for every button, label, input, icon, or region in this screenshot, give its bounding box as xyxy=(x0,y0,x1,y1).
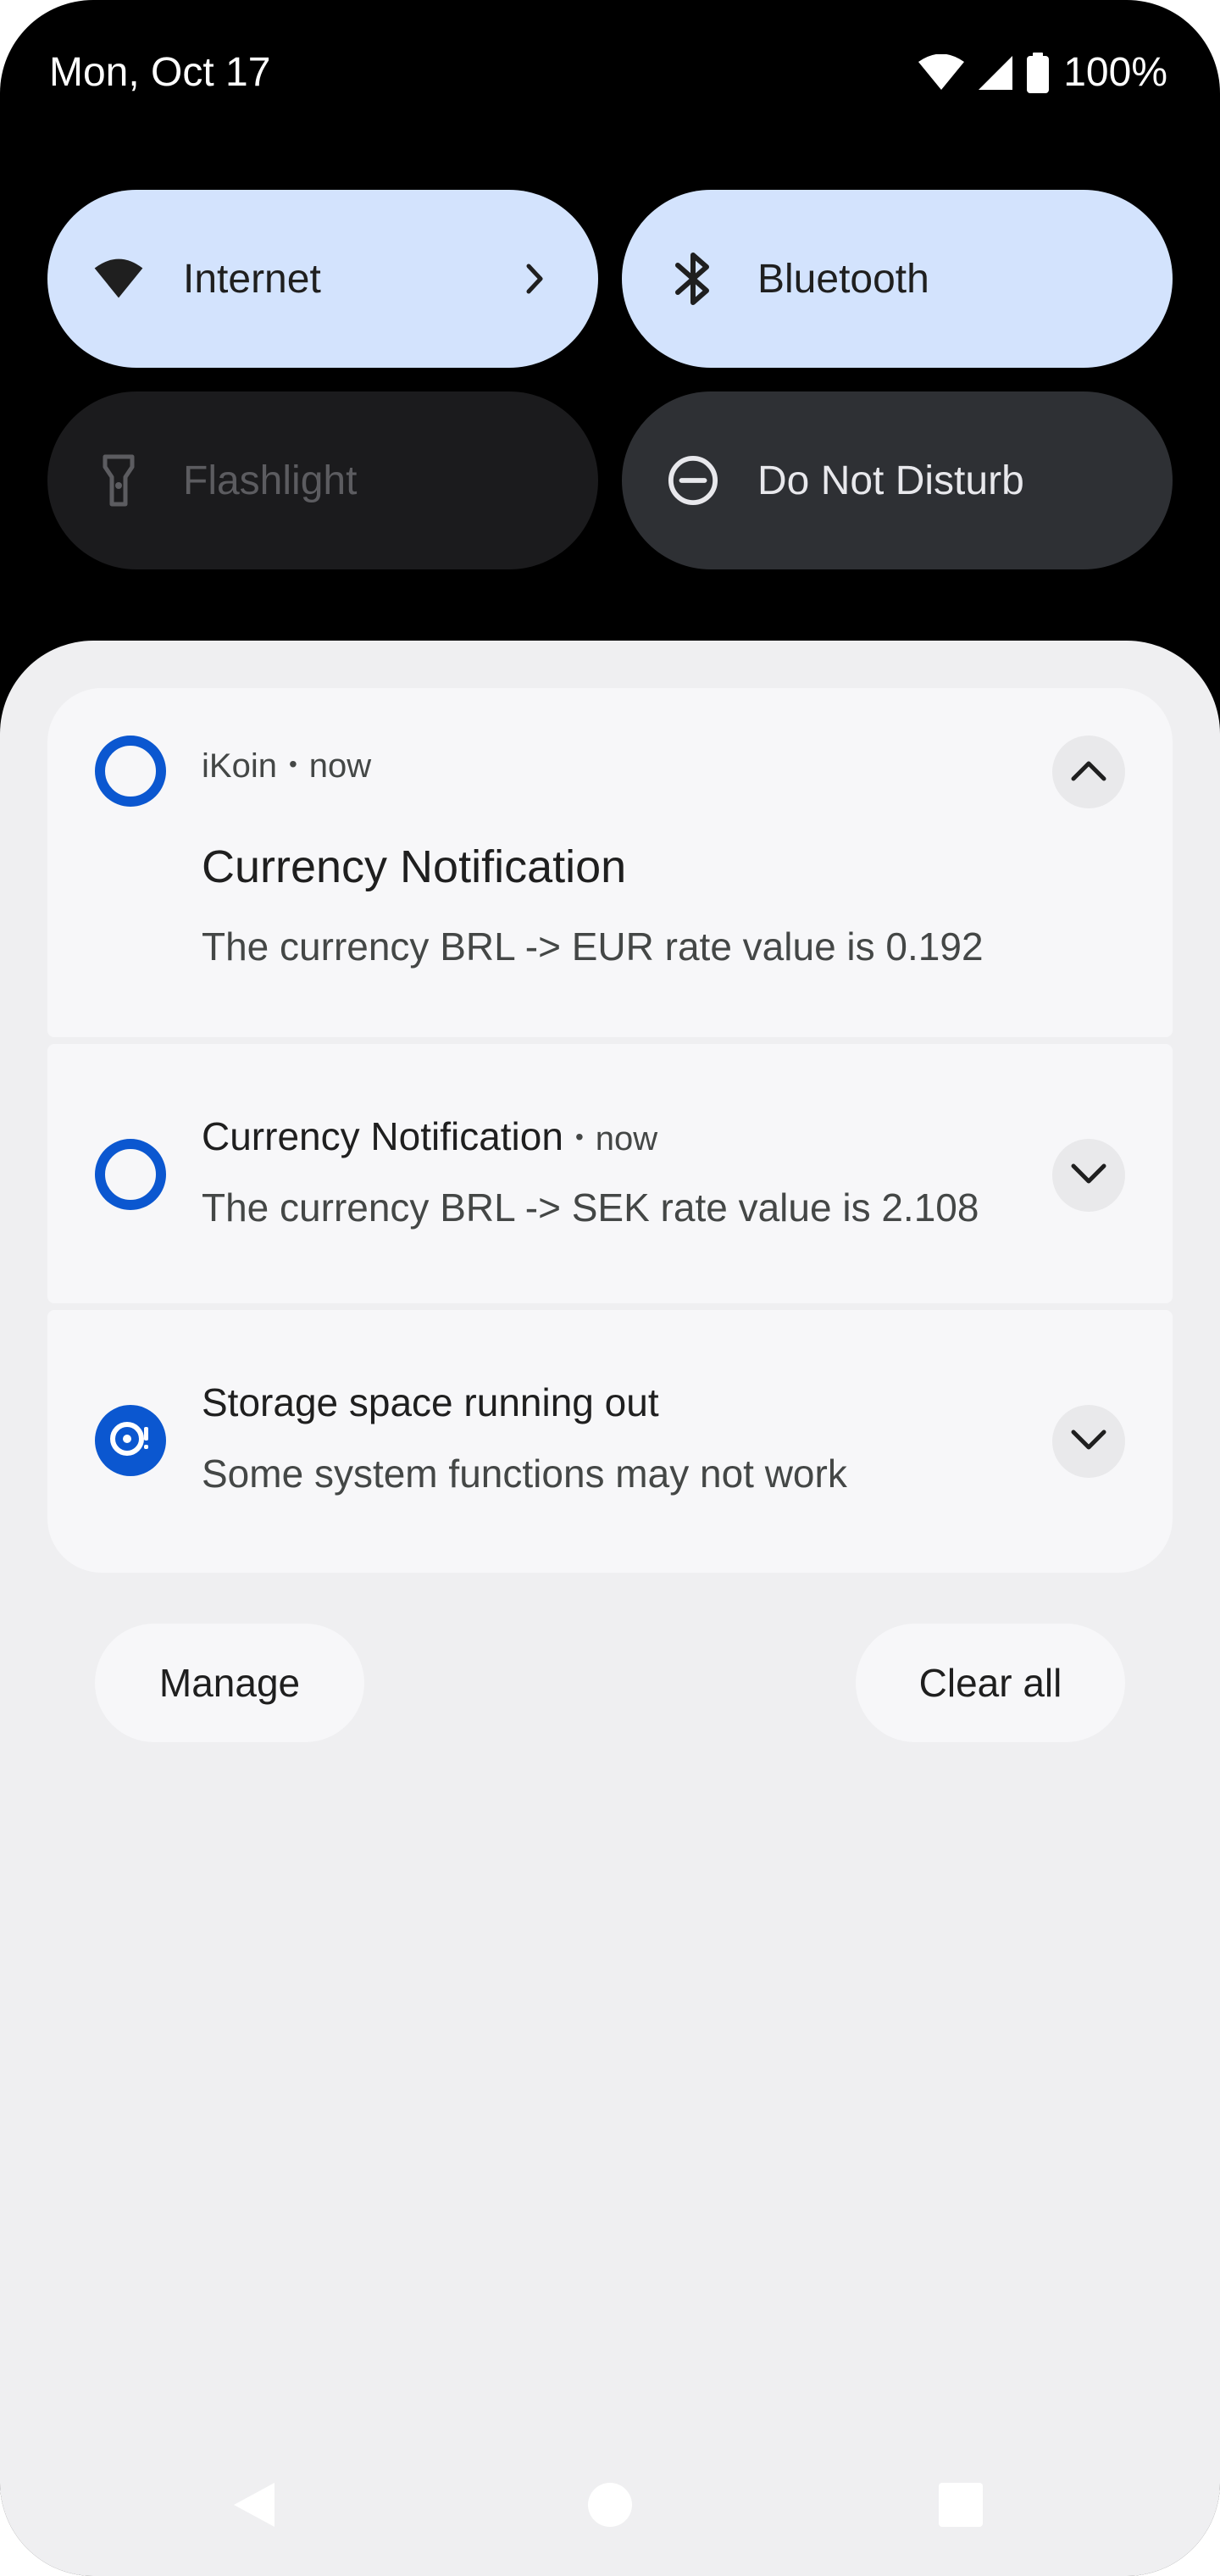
battery-icon xyxy=(1026,53,1050,93)
notification-time: now xyxy=(308,747,372,785)
chevron-down-icon xyxy=(1070,1161,1107,1191)
tile-internet[interactable]: Internet xyxy=(47,190,598,368)
battery-percent: 100% xyxy=(1063,50,1167,95)
nav-back-button[interactable] xyxy=(230,2479,278,2534)
back-icon xyxy=(230,2483,278,2534)
notification-text: The currency BRL -> SEK rate value is 2.… xyxy=(202,1185,979,1230)
notification-text: The currency BRL -> EUR rate value is 0.… xyxy=(202,924,984,969)
collapse-button[interactable] xyxy=(1052,736,1125,808)
flashlight-icon xyxy=(93,454,144,507)
status-bar: Mon, Oct 17 100% xyxy=(0,0,1220,144)
tile-internet-label: Internet xyxy=(183,256,321,302)
expand-button[interactable] xyxy=(1052,1405,1125,1478)
notification-card[interactable]: Currency Notification • now The currency… xyxy=(47,1044,1173,1303)
manage-button[interactable]: Manage xyxy=(95,1624,364,1742)
notification-title: Storage space running out xyxy=(202,1380,659,1424)
notification-title: Currency Notification xyxy=(202,1114,563,1158)
app-icon xyxy=(95,1139,166,1210)
nav-home-button[interactable] xyxy=(586,2481,634,2533)
notification-title: Currency Notification xyxy=(202,841,627,892)
notification-header: Currency Notification • now xyxy=(202,1113,657,1159)
device-screen: Mon, Oct 17 100% Internet Bluetooth Flas… xyxy=(0,0,1220,2576)
notification-header: Storage space running out xyxy=(202,1380,659,1425)
app-name: iKoin xyxy=(202,747,277,785)
chevron-down-icon xyxy=(1070,1427,1107,1457)
signal-icon xyxy=(977,54,1014,92)
chevron-up-icon xyxy=(1070,758,1107,787)
expand-button[interactable] xyxy=(1052,1139,1125,1212)
status-icons: 100% xyxy=(918,47,1167,98)
separator-dot: • xyxy=(288,751,297,777)
storage-icon xyxy=(107,1415,154,1467)
notification-header: iKoin • now xyxy=(202,747,371,786)
bluetooth-icon xyxy=(668,253,718,305)
wifi-icon xyxy=(918,54,965,92)
do-not-disturb-icon xyxy=(668,455,718,506)
app-icon xyxy=(95,736,166,807)
tile-do-not-disturb[interactable]: Do Not Disturb xyxy=(622,391,1173,569)
notification-card[interactable]: Storage space running out Some system fu… xyxy=(47,1310,1173,1573)
home-icon xyxy=(586,2483,634,2532)
notification-text: Some system functions may not work xyxy=(202,1452,847,1496)
tile-bluetooth[interactable]: Bluetooth xyxy=(622,190,1173,368)
chevron-right-icon[interactable] xyxy=(513,258,556,300)
separator-dot: • xyxy=(574,1124,584,1150)
tile-do-not-disturb-label: Do Not Disturb xyxy=(757,458,1024,503)
tile-bluetooth-label: Bluetooth xyxy=(757,256,929,302)
notification-shade: iKoin • now Currency Notification The cu… xyxy=(0,641,1220,2576)
tile-flashlight[interactable]: Flashlight xyxy=(47,391,598,569)
app-icon xyxy=(95,1405,166,1476)
notification-time: now xyxy=(595,1120,658,1158)
nav-recents-button[interactable] xyxy=(937,2481,984,2533)
notification-card[interactable]: iKoin • now Currency Notification The cu… xyxy=(47,688,1173,1037)
clear-all-button[interactable]: Clear all xyxy=(856,1624,1125,1742)
recents-icon xyxy=(937,2483,984,2532)
wifi-icon xyxy=(93,253,144,304)
tile-flashlight-label: Flashlight xyxy=(183,458,358,503)
status-date: Mon, Oct 17 xyxy=(49,50,271,95)
